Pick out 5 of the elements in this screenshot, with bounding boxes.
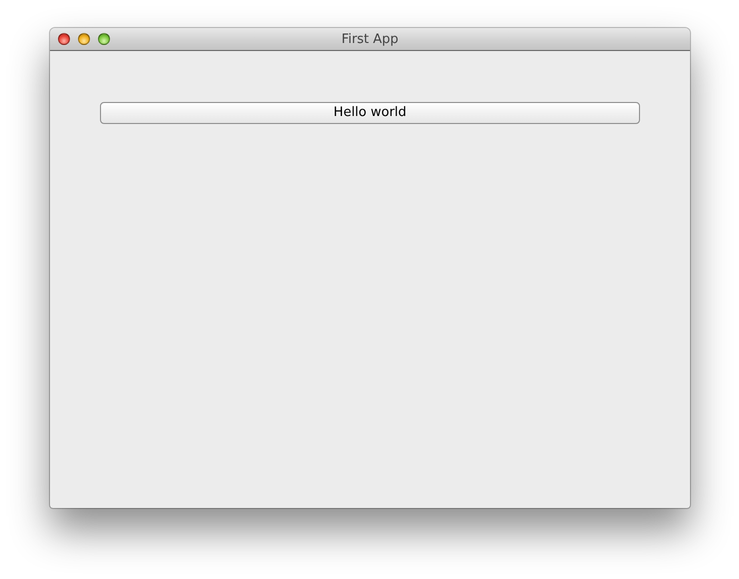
zoom-button[interactable]: [98, 33, 110, 45]
hello-button[interactable]: Hello world: [100, 102, 640, 124]
window-title: First App: [342, 32, 398, 46]
minimize-button[interactable]: [78, 33, 90, 45]
close-button[interactable]: [58, 33, 70, 45]
